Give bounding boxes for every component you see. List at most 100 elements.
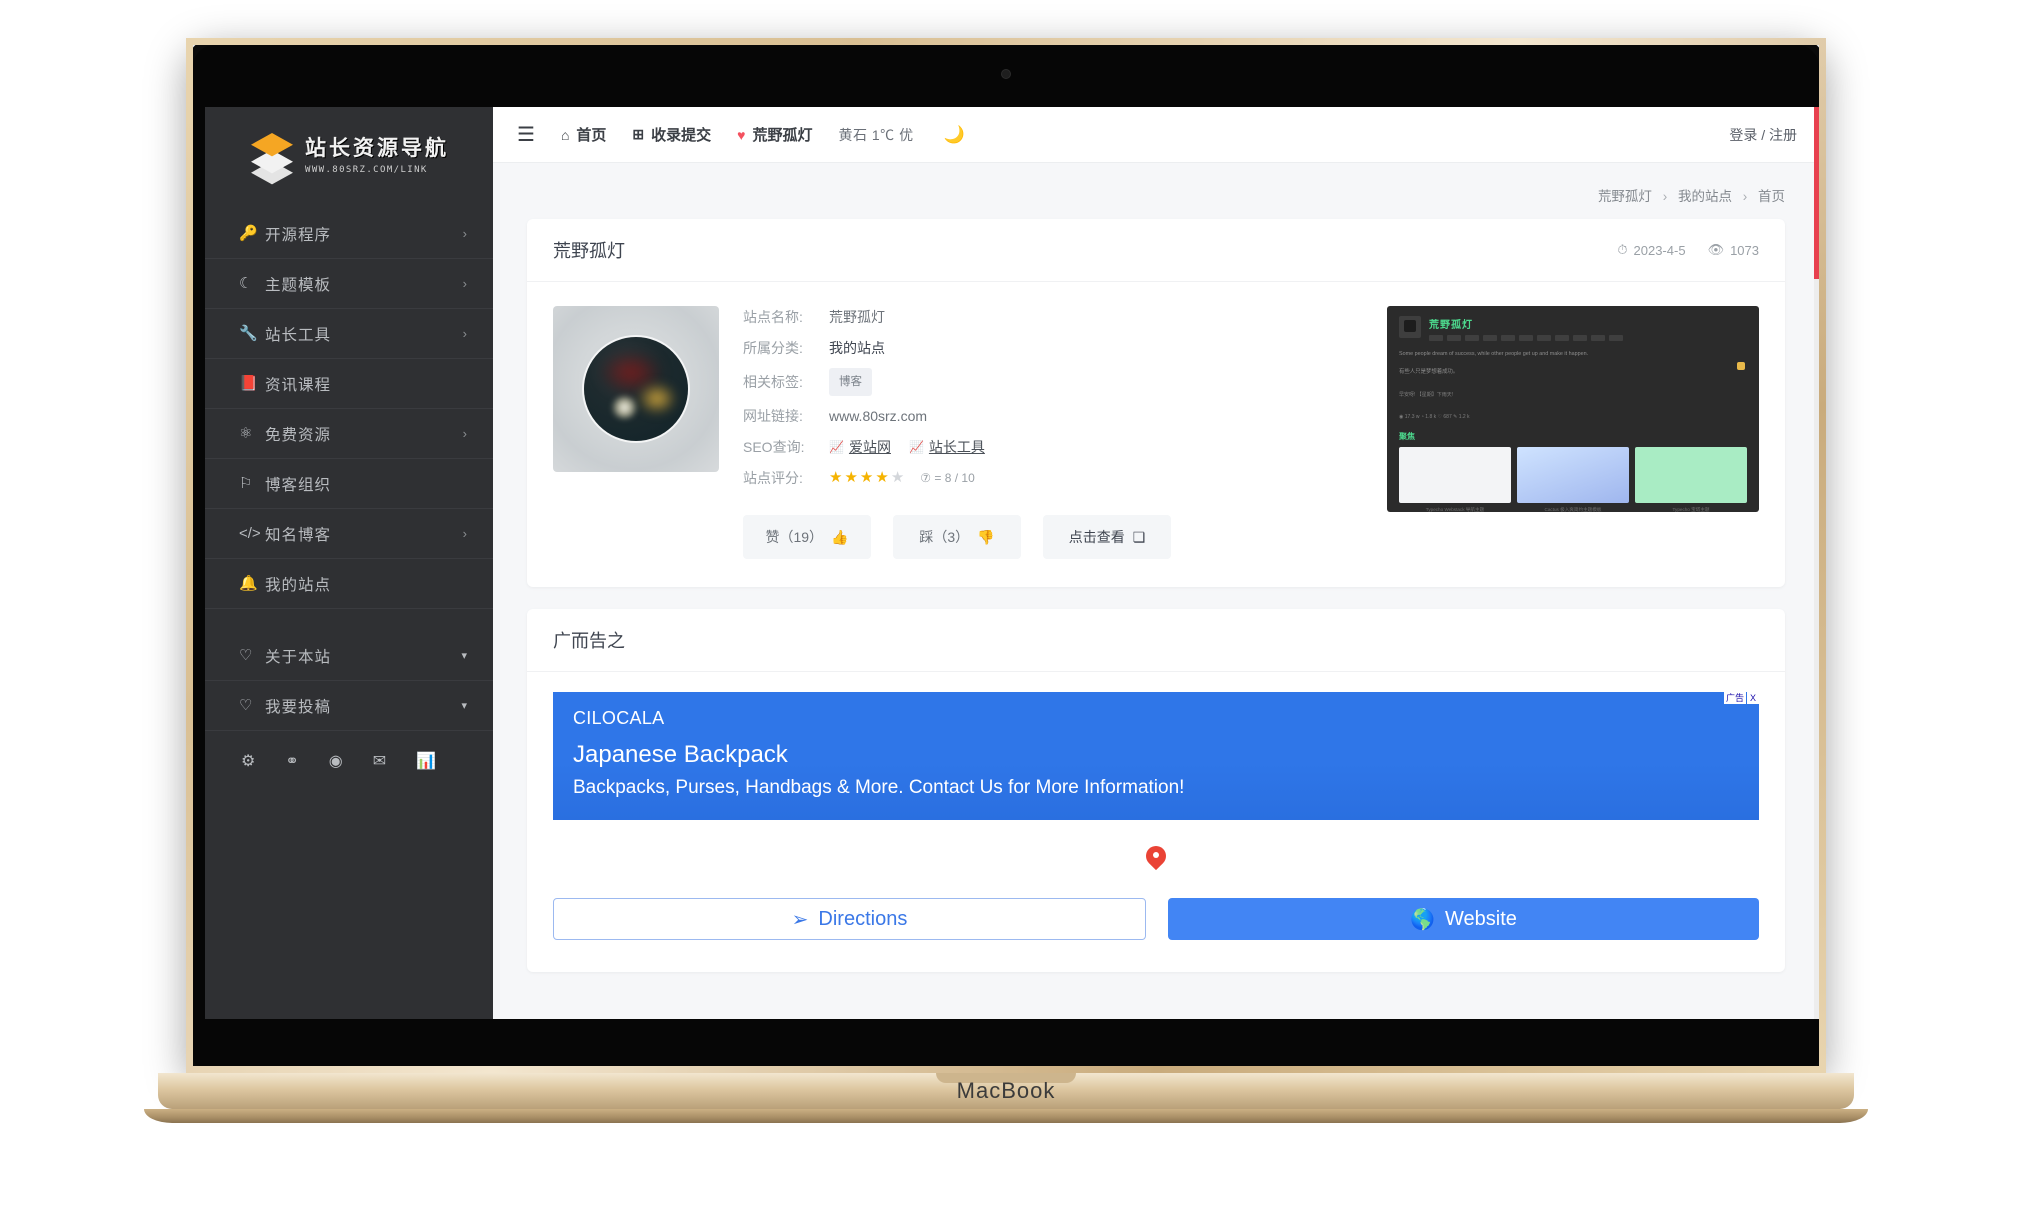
site-preview-screenshot[interactable]: 荒野孤灯 Some people dream of success, while… (1387, 306, 1759, 512)
action-button-row: 赞（19） 👍 踩（3） 👎 点击查看 ❏ (743, 515, 1363, 559)
gear-icon[interactable]: ⚙ (241, 751, 255, 771)
ad-headline: Japanese Backpack (573, 741, 788, 768)
globe-icon: 🌎 (1410, 908, 1435, 931)
site-avatar-image (553, 306, 719, 472)
ad-brand: CILOCALA (573, 708, 665, 728)
envelope-icon[interactable]: ✉ (373, 751, 386, 771)
main-content: ☰ ⌂ 首页 ⊞ 收录提交 ♥ 荒野孤灯 黄石 1℃ 优 🌙 登录 / 注册 荒… (493, 107, 1819, 1019)
preview-quote-cn: 有些人只是梦想着成功。 (1399, 369, 1459, 375)
info-value[interactable]: 我的站点 (829, 337, 885, 359)
chart-icon[interactable]: 📊 (416, 751, 436, 771)
sidebar-item-courses[interactable]: 📕 资讯课程 (205, 359, 493, 409)
sidebar-item-label: 资讯课程 (265, 376, 332, 394)
sidebar-logo[interactable]: 站长资源导航 WWW.80SRZ.COM/LINK (205, 107, 493, 203)
directions-icon: ➢ (791, 908, 809, 931)
visit-site-button[interactable]: 点击查看 ❏ (1043, 515, 1171, 559)
sidebar-item-famous-blogs[interactable]: </> 知名博客 › (205, 509, 493, 559)
info-row-url: 网址链接: www.80srz.com (743, 405, 1363, 427)
device-label: MacBook (956, 1078, 1056, 1103)
scrollbar-thumb[interactable] (1814, 107, 1819, 279)
chevron-down-icon: ▾ (461, 650, 467, 662)
preview-card-captions: Typecho Webstack 导航主题 Cactus 极入爽简约主题模板 T… (1399, 507, 1747, 512)
sidebar-item-my-sites[interactable]: 🔔 我的站点 (205, 559, 493, 609)
ad-label-icon[interactable]: 广告 (1724, 692, 1747, 704)
close-icon[interactable]: X (1747, 692, 1759, 704)
sidebar-item-themes[interactable]: ☾ 主题模板 › (205, 259, 493, 309)
ad-banner[interactable]: 广告 X CILOCALA Japanese Backpack Backpack… (553, 692, 1759, 820)
book-icon: 📕 (239, 375, 258, 392)
dislike-label: 踩（3） (919, 529, 970, 545)
logo-title: 站长资源导航 (305, 136, 449, 161)
moon-icon[interactable]: 🌙 (944, 125, 965, 145)
seo-link-aizhan[interactable]: 📈 爱站网 (829, 436, 891, 458)
preview-site-name: 荒野孤灯 (1429, 320, 1473, 331)
ad-corner-controls: 广告 X (1723, 692, 1759, 704)
info-row-name: 站点名称: 荒野孤灯 (743, 306, 1363, 328)
menu-toggle-icon[interactable]: ☰ (517, 125, 535, 145)
chevron-right-icon: › (462, 326, 467, 341)
login-register-link[interactable]: 登录 / 注册 (1729, 125, 1797, 145)
heart-outline-icon: ♡ (239, 647, 253, 664)
nav-link-submit[interactable]: ⊞ 收录提交 (632, 124, 711, 145)
key-icon: 🔑 (239, 225, 258, 242)
like-button[interactable]: 赞（19） 👍 (743, 515, 871, 559)
nav-link-home[interactable]: ⌂ 首页 (561, 124, 606, 145)
seo-link-label: 爱站网 (848, 439, 891, 455)
nav-link-site[interactable]: ♥ 荒野孤灯 (737, 124, 812, 145)
github-icon[interactable]: ◉ (329, 751, 343, 771)
preview-section-focus: 聚焦 (1399, 432, 1415, 441)
preview-card-1 (1399, 447, 1511, 503)
preview-menu (1429, 335, 1623, 341)
sidebar-item-label: 我要投稿 (265, 698, 332, 716)
website-button[interactable]: 🌎 Website (1168, 898, 1759, 940)
moon-phase-icon: ☾ (239, 275, 253, 292)
dislike-button[interactable]: 踩（3） 👎 (893, 515, 1021, 559)
preview-cards (1399, 447, 1747, 503)
info-value[interactable]: www.80srz.com (829, 405, 927, 427)
site-detail-card: 荒野孤灯 ⏱ 2023-4-5 👁 1073 站点名称: 荒野孤灯 所属分类: … (527, 219, 1785, 587)
breadcrumb-item-1[interactable]: 我的站点 (1678, 189, 1732, 204)
logo-subtitle: WWW.80SRZ.COM/LINK (305, 164, 428, 175)
info-value: 荒野孤灯 (829, 309, 885, 325)
sidebar: 站长资源导航 WWW.80SRZ.COM/LINK 🔑 开源程序 › ☾ 主题模… (205, 107, 493, 1019)
seo-link-chinaz[interactable]: 📈 站长工具 (909, 436, 985, 458)
ad-body: 广告 X CILOCALA Japanese Backpack Backpack… (527, 672, 1785, 972)
sidebar-item-about[interactable]: ♡ 关于本站 ▾ (205, 631, 493, 681)
chevron-down-icon: ▾ (461, 700, 467, 712)
chevron-right-icon: › (462, 226, 467, 241)
website-label: Website (1445, 907, 1517, 930)
page-scrollbar[interactable] (1814, 107, 1819, 1019)
ad-description: Backpacks, Purses, Handbags & More. Cont… (573, 777, 1185, 798)
view-count: 👁 1073 (1708, 242, 1759, 258)
preview-caption-3: Typecho 宝塔主题 (1672, 507, 1710, 512)
sidebar-item-blog-orgs[interactable]: ⚐ 博客组织 (205, 459, 493, 509)
directions-button[interactable]: ➢ Directions (553, 898, 1146, 940)
site-info-list: 站点名称: 荒野孤灯 所属分类: 我的站点 相关标签: 博客 网址链接: www… (743, 306, 1363, 559)
sidebar-item-submit[interactable]: ♡ 我要投稿 ▾ (205, 681, 493, 731)
preview-avatar-icon (1399, 316, 1421, 338)
preview-card-3 (1635, 447, 1747, 503)
visit-label: 点击查看 (1068, 529, 1125, 545)
macbook-device: 站长资源导航 WWW.80SRZ.COM/LINK 🔑 开源程序 › ☾ 主题模… (144, 38, 1868, 1123)
sidebar-item-webmaster-tools[interactable]: 🔧 站长工具 › (205, 309, 493, 359)
sitemap-icon[interactable]: ⚭ (285, 751, 298, 771)
tag-badge[interactable]: 博客 (829, 368, 872, 396)
breadcrumb: 荒野孤灯 › 我的站点 › 首页 (493, 163, 1819, 219)
sidebar-item-open-source[interactable]: 🔑 开源程序 › (205, 209, 493, 259)
wrench-icon: 🔧 (239, 325, 258, 342)
flag-icon: ⚐ (239, 475, 253, 492)
screenshot-root: 站长资源导航 WWW.80SRZ.COM/LINK 🔑 开源程序 › ☾ 主题模… (0, 0, 2023, 1218)
rating-stars[interactable]: ★ ★ ★ ★ ★ (829, 467, 904, 489)
rating-score: ⑦ = 8 / 10 (920, 467, 974, 489)
card-meta: ⏱ 2023-4-5 👁 1073 (1617, 242, 1759, 258)
advertisement-card: 广而告之 广告 X CILOCALA Japanese Backpack Bac… (527, 609, 1785, 972)
breadcrumb-item-0[interactable]: 荒野孤灯 (1598, 189, 1652, 204)
laptop-base: MacBook (158, 1073, 1854, 1109)
ad-map-area: ➢ Directions 🌎 Website (553, 820, 1759, 946)
breadcrumb-separator: › (1662, 189, 1668, 204)
info-row-tags: 相关标签: 博客 (743, 368, 1363, 396)
laptop-foot (144, 1109, 1868, 1123)
sidebar-item-free-resources[interactable]: ⚛ 免费资源 › (205, 409, 493, 459)
like-label: 赞（19） (765, 529, 824, 545)
preview-caption-2: Cactus 极入爽简约主题模板 (1544, 507, 1602, 512)
